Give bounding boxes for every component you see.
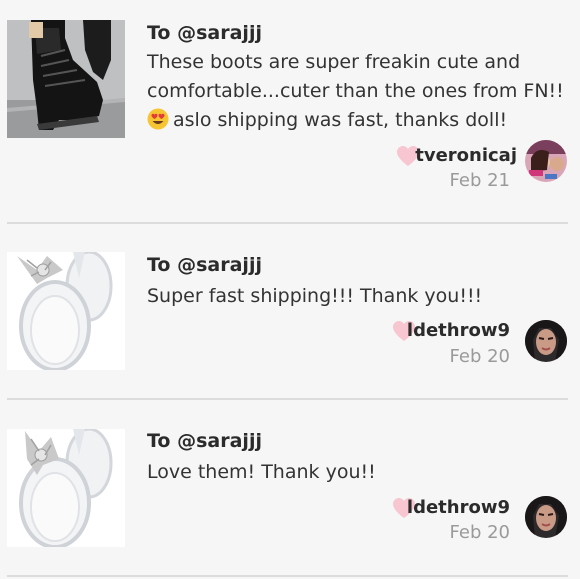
review-date: Feb 20 xyxy=(449,346,511,367)
review-message: Super fast shipping!!! Thank you!!! xyxy=(147,285,483,307)
review-message: These boots are super freakin cute and c… xyxy=(147,48,577,135)
review-item: To @sarajjj Love them! Thank you!! ldeth… xyxy=(0,400,580,579)
divider xyxy=(7,575,568,577)
review-recipient: To @sarajjj xyxy=(147,254,262,276)
review-item: To @sarajjj These boots are super freaki… xyxy=(0,0,580,224)
review-date: Feb 21 xyxy=(449,170,511,191)
heart-eyes-emoji-icon xyxy=(147,108,169,130)
sandals-thumbnail[interactable] xyxy=(7,429,125,547)
author-avatar[interactable] xyxy=(525,140,567,182)
author-avatar[interactable] xyxy=(525,496,567,538)
review-message-text-2: aslo shipping was fast, thanks doll! xyxy=(173,109,508,131)
review-recipient: To @sarajjj xyxy=(147,22,262,44)
boots-thumbnail[interactable] xyxy=(7,20,125,138)
review-author[interactable]: ldethrow9 xyxy=(407,320,510,341)
review-item: To @sarajjj Super fast shipping!!! Thank… xyxy=(0,224,580,400)
clear-bow-sandals-photo xyxy=(7,429,125,547)
review-recipient: To @sarajjj xyxy=(147,430,262,452)
black-boots-photo xyxy=(7,20,125,138)
clear-bow-sandals-photo xyxy=(7,252,125,370)
author-avatar[interactable] xyxy=(525,320,567,362)
review-date: Feb 20 xyxy=(449,522,511,543)
review-author[interactable]: ldethrow9 xyxy=(407,497,510,518)
review-author[interactable]: tveronicaj xyxy=(415,145,517,166)
review-message: Love them! Thank you!! xyxy=(147,461,376,483)
review-message-text: These boots are super freakin cute and c… xyxy=(147,51,564,102)
sandals-thumbnail[interactable] xyxy=(7,252,125,370)
